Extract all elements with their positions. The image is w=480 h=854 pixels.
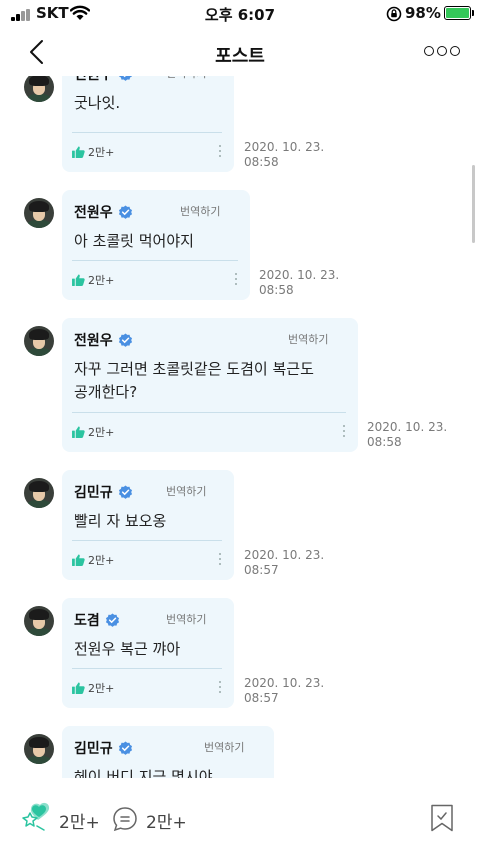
message-item: 전원우 번역하기 굿나잇. 2만+ 2020. 10. 23.08:58 (0, 76, 480, 172)
divider (72, 540, 222, 541)
like-count: 2만+ (88, 274, 115, 287)
divider (72, 260, 238, 261)
timestamp: 2020. 10. 23. 08:57 (244, 676, 325, 705)
author-name: 김민규 (74, 485, 113, 501)
avatar[interactable] (24, 326, 54, 356)
like-count: 2만+ (88, 554, 115, 567)
thumbs-up-icon (72, 274, 85, 286)
like-button[interactable]: 2만+ (72, 552, 114, 568)
message-item: 김민규 번역하기 빨리 자 뵤오옹 2만+ 2020. 10. 23. 08:57 (0, 470, 480, 580)
more-options-icon[interactable] (424, 46, 460, 58)
author-name: 김민규 (74, 741, 113, 757)
avatar[interactable] (24, 478, 54, 508)
verified-badge-icon (118, 484, 132, 499)
translate-button[interactable]: 번역하기 (204, 739, 244, 755)
verified-badge-icon (118, 332, 132, 347)
message-text: 자꾸 그러면 초콜릿같은 도겸이 복근도 공개한다? (74, 360, 314, 401)
avatar[interactable] (24, 198, 54, 228)
battery-icon (444, 6, 474, 20)
verified-badge-icon (118, 204, 132, 219)
message-item: 전원우 번역하기 자꾸 그러면 초콜릿같은 도겸이 복근도 공개한다? 2만+ … (0, 318, 480, 452)
translate-button[interactable]: 번역하기 (180, 203, 220, 219)
thumbs-up-icon (72, 426, 85, 438)
divider (72, 412, 346, 413)
timestamp: 2020. 10. 23. 08:58 (259, 268, 340, 297)
page-title: 포스트 (215, 46, 265, 67)
message-bubble: 도겸 번역하기 전원우 복근 꺄아 2만+ (62, 598, 234, 708)
like-button[interactable]: 2만+ (72, 680, 114, 696)
message-item: 김민규 번역하기 헤이 버디 지금 몇시야 (0, 726, 480, 778)
post-feed[interactable]: 전원우 번역하기 굿나잇. 2만+ 2020. 10. 23.08:58 전원우… (0, 76, 480, 778)
status-bar: SKT 오후 6:07 98% (0, 0, 480, 28)
message-options-icon[interactable] (234, 273, 238, 285)
message-bubble: 전원우 번역하기 굿나잇. 2만+ (62, 76, 234, 172)
divider (72, 668, 222, 669)
message-options-icon[interactable] (218, 681, 222, 693)
verified-badge-icon (118, 740, 132, 755)
thumbs-up-icon (72, 554, 85, 566)
message-bubble: 전원우 번역하기 아 초콜릿 먹어야지 2만+ (62, 190, 250, 300)
message-bubble: 김민규 번역하기 헤이 버디 지금 몇시야 (62, 726, 274, 778)
message-text: 전원우 복근 꺄아 (74, 640, 181, 658)
message-item: 도겸 번역하기 전원우 복근 꺄아 2만+ 2020. 10. 23. 08:57 (0, 598, 480, 708)
timestamp: 2020. 10. 23. 08:58 (244, 140, 325, 169)
message-text: 헤이 버디 지금 몇시야 (74, 768, 213, 778)
like-count: 2만+ (88, 146, 115, 159)
message-options-icon[interactable] (218, 145, 222, 157)
message-options-icon[interactable] (342, 425, 346, 437)
battery-percentage: 98% (405, 4, 441, 22)
translate-button[interactable]: 번역하기 (288, 331, 328, 347)
total-comment-count: 2만+ (146, 813, 187, 833)
translate-button[interactable]: 번역하기 (166, 483, 206, 499)
translate-button[interactable]: 번역하기 (166, 76, 206, 81)
message-bubble: 전원우 번역하기 자꾸 그러면 초콜릿같은 도겸이 복근도 공개한다? 2만+ (62, 318, 358, 452)
total-like-count: 2만+ (59, 813, 100, 833)
like-button[interactable]: 2만+ (72, 424, 114, 440)
divider (72, 132, 222, 133)
rotation-lock-icon (386, 6, 402, 22)
message-text: 굿나잇. (74, 94, 121, 112)
avatar[interactable] (24, 606, 54, 636)
author-name: 전원우 (74, 333, 113, 349)
comment-icon[interactable] (112, 806, 138, 832)
message-bubble: 김민규 번역하기 빨리 자 뵤오옹 2만+ (62, 470, 234, 580)
message-text: 빨리 자 뵤오옹 (74, 512, 167, 530)
like-heart-icon[interactable] (20, 802, 54, 832)
like-button[interactable]: 2만+ (72, 144, 114, 160)
message-item: 전원우 번역하기 아 초콜릿 먹어야지 2만+ 2020. 10. 23. 08:… (0, 190, 480, 300)
thumbs-up-icon (72, 146, 85, 158)
author-name: 전원우 (74, 76, 113, 84)
bookmark-icon[interactable] (430, 804, 454, 832)
verified-badge-icon (105, 612, 119, 627)
like-count: 2만+ (88, 426, 115, 439)
timestamp: 2020. 10. 23. 08:58 (367, 420, 448, 449)
like-button[interactable]: 2만+ (72, 272, 114, 288)
verified-badge-icon (118, 76, 132, 81)
author-name: 도겸 (74, 613, 100, 629)
author-name: 전원우 (74, 205, 113, 221)
like-count: 2만+ (88, 682, 115, 695)
avatar[interactable] (24, 76, 54, 102)
translate-button[interactable]: 번역하기 (166, 611, 206, 627)
message-options-icon[interactable] (218, 553, 222, 565)
thumbs-up-icon (72, 682, 85, 694)
nav-bar: 포스트 (0, 28, 480, 76)
timestamp: 2020. 10. 23. 08:57 (244, 548, 325, 577)
avatar[interactable] (24, 734, 54, 764)
scrollbar[interactable] (472, 165, 475, 243)
bottom-action-bar: 2만+ 2만+ (0, 778, 480, 854)
message-text: 아 초콜릿 먹어야지 (74, 232, 194, 250)
